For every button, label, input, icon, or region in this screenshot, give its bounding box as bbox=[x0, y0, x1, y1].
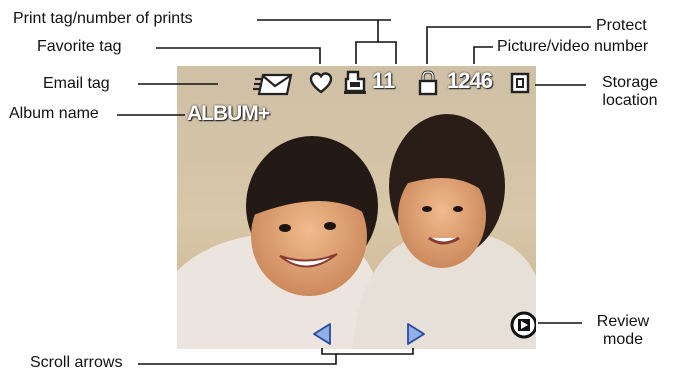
label-storage-line2: location bbox=[602, 92, 658, 109]
label-album-name: Album name bbox=[9, 105, 99, 122]
scroll-right-icon[interactable] bbox=[406, 322, 426, 346]
label-picture-number: Picture/video number bbox=[497, 38, 649, 55]
label-storage-location: Storage location bbox=[590, 74, 670, 110]
heart-icon bbox=[309, 72, 333, 94]
camera-lcd-screen: 11 1246 ALBUM+ bbox=[177, 66, 536, 349]
label-review-mode: Review mode bbox=[588, 313, 658, 349]
label-favorite-tag: Favorite tag bbox=[37, 38, 122, 55]
print-count: 11 bbox=[372, 68, 396, 93]
label-scroll-arrows: Scroll arrows bbox=[30, 354, 123, 371]
review-play-icon bbox=[510, 311, 536, 339]
label-review-line1: Review bbox=[596, 313, 650, 330]
email-icon bbox=[253, 73, 293, 96]
print-icon bbox=[344, 70, 366, 94]
label-print-tag: Print tag/number of prints bbox=[13, 10, 193, 27]
storage-card-icon bbox=[510, 72, 530, 94]
label-protect: Protect bbox=[596, 17, 647, 34]
scroll-left-icon[interactable] bbox=[312, 322, 332, 346]
lock-icon bbox=[418, 70, 438, 96]
album-name: ALBUM+ bbox=[187, 102, 270, 125]
label-review-line2: mode bbox=[602, 331, 644, 348]
label-email-tag: Email tag bbox=[43, 75, 110, 92]
picture-number: 1246 bbox=[447, 68, 493, 93]
label-storage-line1: Storage bbox=[601, 74, 659, 91]
